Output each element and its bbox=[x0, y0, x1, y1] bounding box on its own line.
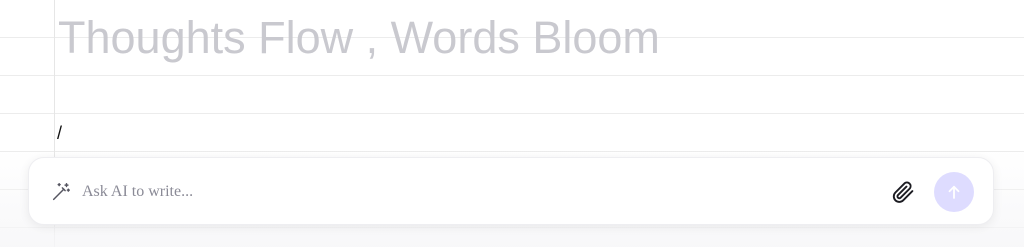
arrow-up-icon bbox=[948, 185, 960, 199]
magic-wand-icon bbox=[50, 181, 72, 203]
ask-ai-bar bbox=[28, 157, 994, 225]
editor-slash-command[interactable]: / bbox=[57, 122, 62, 144]
send-button[interactable] bbox=[934, 172, 974, 212]
paperclip-icon[interactable] bbox=[891, 180, 915, 204]
editor-page: Thoughts Flow , Words Bloom / bbox=[0, 0, 1024, 247]
ask-ai-input[interactable] bbox=[82, 178, 862, 206]
document-title-placeholder[interactable]: Thoughts Flow , Words Bloom bbox=[58, 12, 660, 64]
